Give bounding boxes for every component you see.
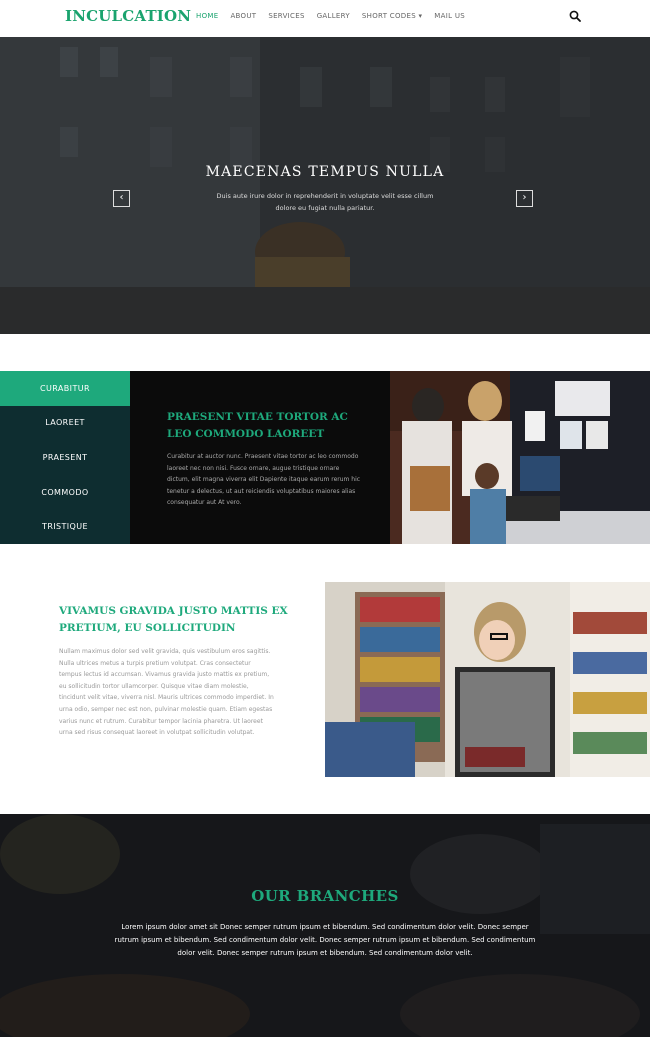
tab-praesent[interactable]: PRAESENT xyxy=(0,440,130,475)
nav-item-home[interactable]: HOME xyxy=(196,12,218,20)
nav-item-about[interactable]: ABOUT xyxy=(230,12,256,20)
tab-curabitur[interactable]: CURABITUR xyxy=(0,371,130,406)
hero-background-image xyxy=(0,37,650,334)
science-fair-photo xyxy=(390,371,650,544)
info-text: Nullam maximus dolor sed velit gravida, … xyxy=(59,648,274,737)
main-menu: HOME ABOUT SERVICES GALLERY SHORT CODES … xyxy=(196,12,477,20)
slider-prev-icon[interactable]: ‹ xyxy=(113,190,130,207)
tabs-section: CURABITUR LAOREET PRAESENT COMMODO TRIST… xyxy=(0,371,650,544)
nav-item-short-codes[interactable]: SHORT CODES ▾ xyxy=(362,12,422,20)
tab-tristique[interactable]: TRISTIQUE xyxy=(0,509,130,544)
tab-list: CURABITUR LAOREET PRAESENT COMMODO TRIST… xyxy=(0,371,130,544)
nav-item-mail-us[interactable]: MAIL US xyxy=(434,12,465,20)
branches-title: OUR BRANCHES xyxy=(251,887,399,905)
branches-section: OUR BRANCHES Lorem ipsum dolor amet sit … xyxy=(0,814,650,1037)
slider-next-icon[interactable]: › xyxy=(516,190,533,207)
library-girl-photo xyxy=(325,582,650,777)
tab-laoreet[interactable]: LAOREET xyxy=(0,406,130,441)
tab-panel-heading: PRAESENT VITAE TORTOR AC LEO COMMODO LAO… xyxy=(167,411,348,440)
nav-item-services[interactable]: SERVICES xyxy=(268,12,304,20)
top-navbar: INCULCATION HOME ABOUT SERVICES GALLERY … xyxy=(0,0,650,37)
nav-item-gallery[interactable]: GALLERY xyxy=(317,12,350,20)
site-logo[interactable]: INCULCATION xyxy=(65,7,191,25)
tab-commodo[interactable]: COMMODO xyxy=(0,475,130,510)
tab-panel: PRAESENT VITAE TORTOR AC LEO COMMODO LAO… xyxy=(130,371,390,544)
tab-panel-text: Curabitur at auctor nunc. Praesent vitae… xyxy=(167,453,361,507)
hero-slider: MAECENAS TEMPUS NULLA Duis aute irure do… xyxy=(0,37,650,334)
info-heading: VIVAMUS GRAVIDA JUSTO MATTIS EX PRETIUM,… xyxy=(59,605,288,634)
hero-description: Duis aute irure dolor in reprehenderit i… xyxy=(216,192,434,212)
hero-title: MAECENAS TEMPUS NULLA xyxy=(205,164,445,180)
search-icon[interactable] xyxy=(569,10,581,22)
branches-text: Lorem ipsum dolor amet sit Donec semper … xyxy=(114,923,536,957)
